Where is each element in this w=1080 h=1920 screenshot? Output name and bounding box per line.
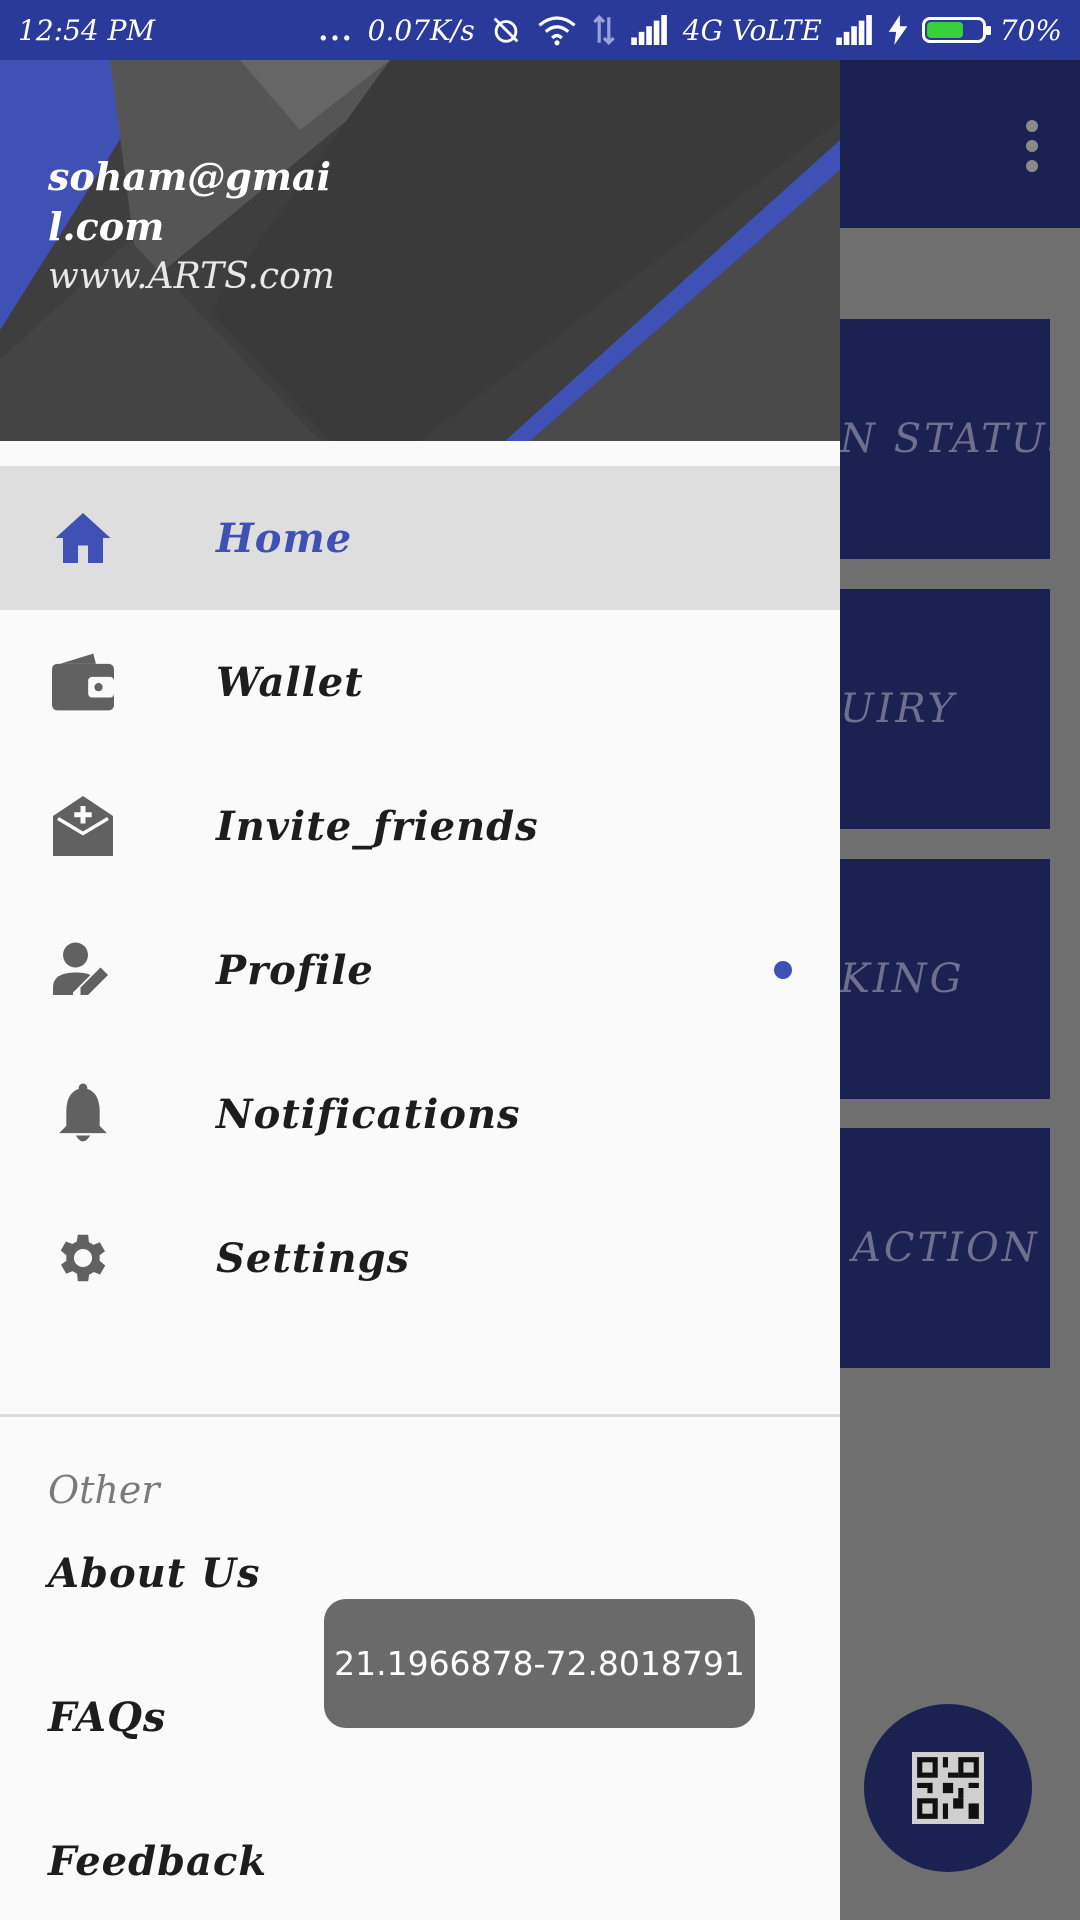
menu-item-settings[interactable]: Settings bbox=[0, 1186, 840, 1330]
menu-item-faqs[interactable]: FAQs bbox=[48, 1694, 166, 1741]
more-vert-icon[interactable] bbox=[1026, 120, 1038, 172]
drawer-divider bbox=[0, 1414, 840, 1417]
status-speed: 0.07K/s bbox=[367, 13, 475, 47]
battery-percent: 70% bbox=[999, 13, 1062, 47]
charging-icon bbox=[888, 15, 908, 45]
tile-label: ACTION bbox=[852, 1225, 1040, 1271]
status-bar: 12:54 PM ... 0.07K/s 4G VoLTE 70% bbox=[0, 0, 1080, 60]
wifi-icon bbox=[537, 14, 577, 46]
website-label: www.ARTS.com bbox=[48, 256, 335, 297]
tile-label: UIRY bbox=[840, 686, 957, 732]
menu-item-about-us[interactable]: About Us bbox=[48, 1550, 261, 1597]
profile-badge-dot bbox=[774, 961, 792, 979]
qr-code-icon bbox=[912, 1752, 984, 1824]
menu-item-label: Notifications bbox=[216, 1090, 521, 1138]
status-time: 12:54 PM bbox=[18, 13, 156, 47]
other-section-title: Other bbox=[48, 1468, 160, 1512]
bell-icon bbox=[50, 1081, 116, 1147]
home-icon bbox=[50, 505, 116, 571]
status-network: 4G VoLTE bbox=[682, 13, 822, 47]
tile-label: KING bbox=[840, 956, 965, 1002]
menu-item-label: Profile bbox=[216, 946, 374, 994]
scan-qr-button[interactable] bbox=[864, 1704, 1032, 1872]
data-transfer-icon bbox=[591, 14, 617, 46]
drawer-menu: Home Wallet Invite_friends Profile Notif… bbox=[0, 466, 840, 1330]
location-toast: 21.1966878-72.8018791 bbox=[324, 1599, 755, 1728]
menu-item-wallet[interactable]: Wallet bbox=[0, 610, 840, 754]
menu-item-notifications[interactable]: Notifications bbox=[0, 1042, 840, 1186]
status-more-dots: ... bbox=[318, 13, 354, 47]
menu-item-label: Home bbox=[216, 514, 353, 562]
status-right: ... 0.07K/s 4G VoLTE 70% bbox=[318, 13, 1062, 47]
gear-icon bbox=[50, 1225, 116, 1291]
invite-icon bbox=[50, 793, 116, 859]
menu-item-label: Wallet bbox=[216, 658, 364, 706]
profile-edit-icon bbox=[50, 937, 116, 1003]
user-email: soham@gmail.com bbox=[48, 154, 332, 249]
wallet-icon bbox=[50, 649, 116, 715]
menu-item-feedback[interactable]: Feedback bbox=[48, 1838, 267, 1885]
battery-icon bbox=[921, 17, 991, 43]
menu-item-label: Settings bbox=[216, 1234, 411, 1282]
tile-label: N STATUS bbox=[840, 416, 1050, 462]
menu-item-home[interactable]: Home bbox=[0, 466, 840, 610]
menu-item-label: Invite_friends bbox=[216, 802, 539, 850]
signal-icon bbox=[631, 15, 669, 45]
alarm-off-icon bbox=[489, 13, 523, 47]
menu-item-profile[interactable]: Profile bbox=[0, 898, 840, 1042]
drawer-header: soham@gmail.com www.ARTS.com bbox=[0, 60, 840, 441]
menu-item-invite-friends[interactable]: Invite_friends bbox=[0, 754, 840, 898]
signal-icon-2 bbox=[836, 15, 874, 45]
